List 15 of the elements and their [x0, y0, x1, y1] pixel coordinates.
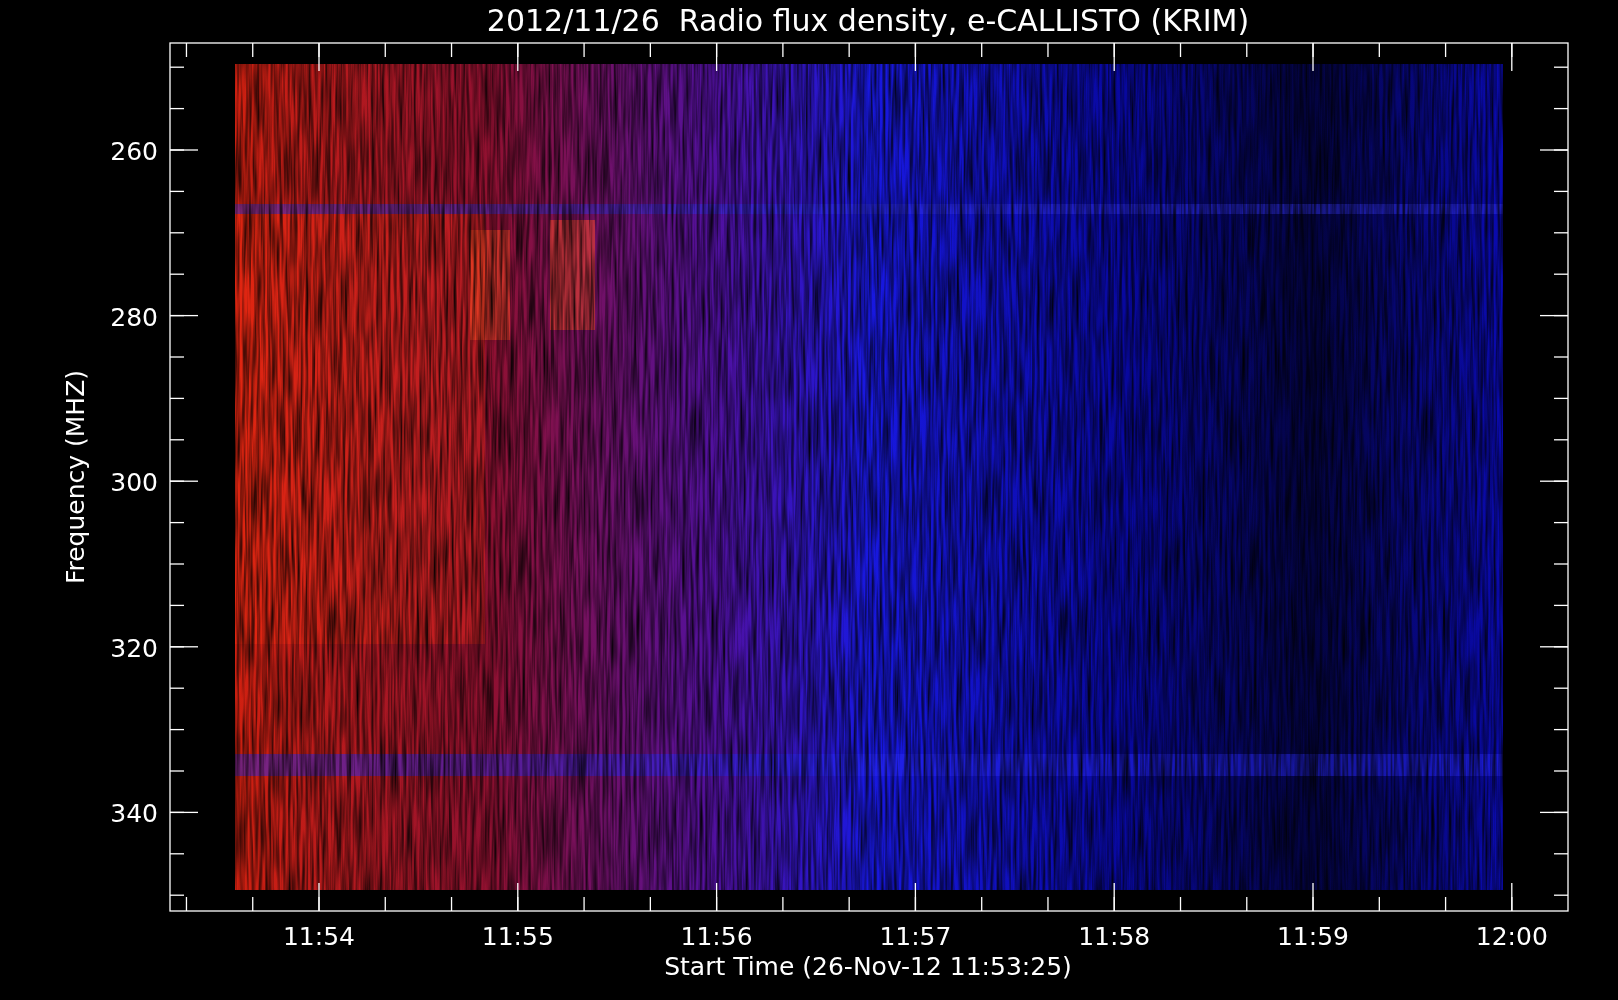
- x-tick-label: 11:58: [1078, 922, 1151, 951]
- x-tick-label: 11:57: [879, 922, 952, 951]
- y-tick-label: 300: [110, 468, 158, 498]
- y-tick-label: 280: [110, 302, 158, 332]
- y-tick-label: 260: [110, 137, 158, 166]
- x-tick-label: 11:55: [481, 922, 554, 951]
- x-tick-label: 11:59: [1277, 922, 1349, 951]
- x-axis-label: Start Time (26-Nov-12 11:53:25): [664, 952, 1072, 981]
- x-tick-label: 11:56: [680, 922, 753, 951]
- x-tick-label: 12:00: [1475, 922, 1548, 951]
- y-axis-label: Frequency (MHZ): [61, 369, 90, 585]
- y-tick-label: 320: [110, 633, 158, 663]
- plot-title: 2012/11/26 Radio flux density, e-CALLISTO (KRIM): [486, 3, 1250, 38]
- y-tick-label: 340: [110, 799, 158, 829]
- x-tick-label: 11:54: [283, 922, 355, 951]
